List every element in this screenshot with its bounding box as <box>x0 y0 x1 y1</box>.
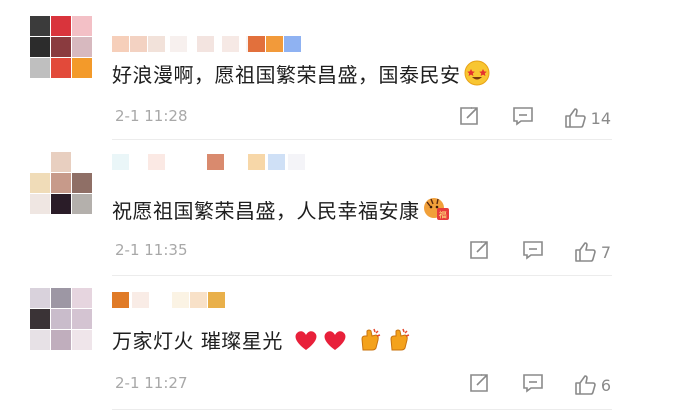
comment-reply-icon[interactable] <box>512 105 534 131</box>
share-icon[interactable] <box>468 372 490 398</box>
comment-item: 祝愿祖国繁荣昌盛，人民幸福安康福 2-1 11:35 7 <box>0 140 677 276</box>
comment-actions: 7 <box>468 239 611 265</box>
comment-item: 万家灯火 璀璨星光 2-1 11:27 6 <box>0 276 677 413</box>
tiger-fu-emoji: 福 <box>423 196 451 229</box>
comment-text-content: 万家灯火 璀璨星光 <box>112 329 283 353</box>
comment-text: 好浪漫啊，愿祖国繁荣昌盛，国泰民安 <box>112 60 490 93</box>
comment-time: 2-1 11:27 <box>115 374 188 392</box>
comment-reply-icon[interactable] <box>522 239 544 265</box>
thumbs-up-icon <box>564 108 586 128</box>
divider <box>112 409 612 410</box>
comment-time: 2-1 11:35 <box>115 241 188 259</box>
star-struck-emoji <box>464 60 490 93</box>
share-icon[interactable] <box>458 105 480 131</box>
comment-text: 祝愿祖国繁荣昌盛，人民幸福安康福 <box>112 196 451 229</box>
like-count: 14 <box>590 108 611 128</box>
comment-time: 2-1 11:28 <box>115 107 188 125</box>
nickname-pixelated[interactable] <box>112 292 312 308</box>
like-button[interactable]: 6 <box>574 374 611 396</box>
like-count: 7 <box>600 242 611 262</box>
avatar[interactable] <box>30 152 92 214</box>
like-count: 6 <box>600 375 611 395</box>
red-heart-emoji <box>322 328 348 359</box>
comment-text-content: 好浪漫啊，愿祖国繁荣昌盛，国泰民安 <box>112 63 461 87</box>
comment-actions: 14 <box>458 105 611 131</box>
svg-text:福: 福 <box>438 211 447 220</box>
comment-text: 万家灯火 璀璨星光 <box>112 326 413 359</box>
like-button[interactable]: 7 <box>574 241 611 263</box>
comment-item: 好浪漫啊，愿祖国繁荣昌盛，国泰民安 2-1 11:28 14 <box>0 0 677 140</box>
comment-text-content: 祝愿祖国繁荣昌盛，人民幸福安康 <box>112 199 420 223</box>
avatar[interactable] <box>30 288 92 350</box>
thumbs-up-icon <box>575 375 596 395</box>
red-heart-emoji <box>293 328 319 359</box>
like-button[interactable]: 14 <box>564 107 611 129</box>
comment-actions: 6 <box>468 372 611 398</box>
comment-reply-icon[interactable] <box>522 372 544 398</box>
nickname-pixelated[interactable] <box>112 154 312 170</box>
clap-emoji <box>358 326 384 359</box>
share-icon[interactable] <box>468 239 490 265</box>
clap-emoji <box>387 326 413 359</box>
nickname-pixelated[interactable] <box>112 36 312 52</box>
avatar[interactable] <box>30 16 92 78</box>
thumbs-up-icon <box>575 242 596 262</box>
